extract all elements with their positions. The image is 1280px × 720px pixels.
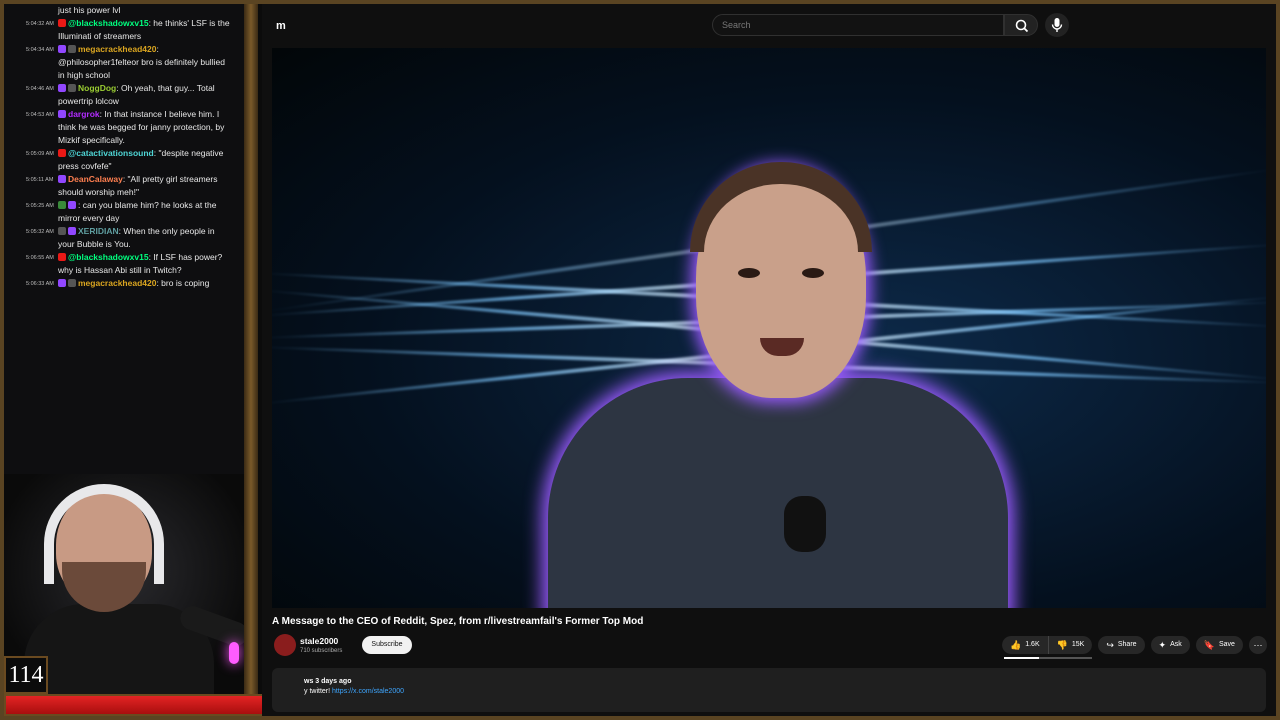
chat-message: 5:04:53 AM dargrok: In that instance I be… [4, 108, 244, 147]
chat-message: 5:05:09 AM @catactivationsound: "despite … [4, 147, 244, 173]
description-link-row: y twitter! https://x.com/stale2000 [304, 688, 404, 695]
like-button[interactable]: 👍 1.6K [1002, 636, 1049, 654]
chat-message: 5:06:55 AM @blackshadowxv15: If LSF has p… [4, 251, 244, 277]
more-options-icon[interactable]: ⋯ [1248, 636, 1267, 654]
chat-message: 5:04:34 AM megacrackhead420: @philosopher… [4, 43, 244, 82]
chat-username[interactable]: megacrackhead420 [78, 278, 156, 288]
presenter-eye [738, 268, 760, 278]
chat-message: 5:05:25 AM : can you blame him? he looks … [4, 199, 244, 225]
chat-badge-icon [68, 45, 76, 53]
microphone-light [229, 642, 239, 664]
chat-timestamp: 5:04:53 AM [26, 112, 54, 118]
search-button[interactable] [1004, 14, 1038, 36]
chat-timestamp: 5:06:55 AM [26, 255, 54, 261]
chat-badge-icon [58, 149, 66, 157]
microphone-icon [1051, 18, 1063, 32]
chat-username[interactable]: @blackshadowxv15 [68, 18, 149, 28]
chat-username[interactable]: NoggDog [78, 83, 116, 93]
chat-badge-icon [68, 84, 76, 92]
thumbs-down-icon: 👎 [1056, 640, 1068, 650]
subscriber-count: 710 subscribers [300, 648, 343, 654]
chat-message: 5:05:11 AM DeanCalaway: "All pretty girl … [4, 173, 244, 199]
description-link[interactable]: https://x.com/stale2000 [332, 688, 404, 695]
chat-text: just his power lvl [58, 5, 121, 15]
save-label: Save [1218, 641, 1235, 648]
search-input[interactable]: Search [712, 14, 1004, 36]
ask-label: Ask [1170, 641, 1182, 648]
save-button[interactable]: 🔖 Save [1195, 636, 1243, 654]
chat-text: : bro is coping [156, 278, 210, 288]
share-button[interactable]: ↪ Share [1098, 636, 1145, 654]
chat-badge-icon [58, 45, 66, 53]
headset-icon [44, 484, 164, 584]
chat-message: 5:05:32 AM XERIDIAN: When the only people… [4, 225, 244, 251]
video-actions: 👍 1.6K 👎 15K ↪ Share ✦ Ask 🔖 Save ⋯ [1002, 636, 1267, 654]
chat-timestamp: 5:04:34 AM [26, 47, 54, 53]
presenter-shirt [548, 378, 1008, 608]
chat-message: 5:04:32 AM @blackshadowxv15: he thinks' L… [4, 17, 244, 43]
channel-name[interactable]: stale2000 [300, 636, 338, 646]
presenter-hair [690, 162, 872, 252]
bookmark-icon: 🔖 [1203, 640, 1215, 650]
chat-message: just his power lvl [4, 4, 244, 17]
chat-badge-icon [68, 279, 76, 287]
chat-username[interactable]: megacrackhead420 [78, 44, 156, 54]
youtube-logo[interactable]: m [276, 20, 286, 32]
like-dislike-group: 👍 1.6K 👎 15K [1002, 636, 1093, 654]
chat-badge-icon [58, 201, 66, 209]
chat-timestamp: 5:04:32 AM [26, 21, 54, 27]
chat-timestamp: 5:05:25 AM [26, 203, 54, 209]
chat-username[interactable]: @blackshadowxv15 [68, 252, 149, 262]
chat-timestamp: 5:05:09 AM [26, 151, 54, 157]
chat-message: 5:06:33 AM megacrackhead420: bro is copin… [4, 277, 244, 290]
sparkle-icon: ✦ [1158, 640, 1167, 650]
share-icon: ↪ [1106, 640, 1114, 650]
frame-divider [244, 0, 258, 720]
video-player[interactable] [272, 48, 1266, 608]
chat-panel: just his power lvl 5:04:32 AM @blackshadow… [4, 4, 244, 474]
subscribe-button[interactable]: Subscribe [362, 636, 412, 654]
chat-timestamp: 5:06:33 AM [26, 281, 54, 287]
chat-badge-icon [68, 201, 76, 209]
chat-badge-icon [58, 279, 66, 287]
description-link-label: y twitter! [304, 688, 333, 695]
like-ratio-fill [1004, 657, 1040, 659]
chat-message: 5:04:46 AM NoggDog: Oh yeah, that guy... … [4, 82, 244, 108]
like-count: 1.6K [1025, 641, 1040, 648]
chat-badge-icon [58, 227, 66, 235]
chat-timestamp: 5:04:46 AM [26, 86, 54, 92]
voice-search-button[interactable] [1045, 13, 1069, 37]
video-title: A Message to the CEO of Reddit, Spez, fr… [272, 616, 644, 627]
level-counter: 114 [4, 656, 48, 694]
description-box[interactable] [272, 668, 1266, 712]
chat-badge-icon [58, 175, 66, 183]
ask-button[interactable]: ✦ Ask [1150, 636, 1190, 654]
search-icon [1015, 19, 1029, 33]
like-ratio-bar [1004, 657, 1092, 659]
presenter-eye [802, 268, 824, 278]
chat-badge-icon [58, 253, 66, 261]
video-presenter [548, 162, 1008, 608]
chat-text: : can you blame him? he looks at the mir… [58, 200, 217, 223]
chat-timestamp: 5:05:32 AM [26, 229, 54, 235]
thumbs-up-icon: 👍 [1010, 640, 1022, 650]
chat-username[interactable]: @catactivationsound [68, 148, 154, 158]
chat-timestamp: 5:05:11 AM [26, 177, 54, 183]
lapel-microphone [784, 496, 826, 552]
chat-badge-icon [58, 84, 66, 92]
chat-badge-icon [58, 110, 66, 118]
description-meta: ws 3 days ago [304, 678, 352, 685]
youtube-topbar: m Search [262, 4, 1276, 48]
channel-avatar[interactable] [274, 634, 296, 656]
chat-badge-icon [68, 227, 76, 235]
dislike-button[interactable]: 👎 15K [1048, 636, 1093, 654]
dislike-count: 15K [1071, 641, 1085, 648]
chat-username[interactable]: XERIDIAN [78, 226, 119, 236]
chat-badge-icon [58, 19, 66, 27]
chat-username[interactable]: dargrok [68, 109, 100, 119]
youtube-window: m Search A Message to the CEO of Reddit,… [262, 4, 1276, 716]
chat-username[interactable]: DeanCalaway [68, 174, 123, 184]
share-label: Share [1117, 641, 1137, 648]
